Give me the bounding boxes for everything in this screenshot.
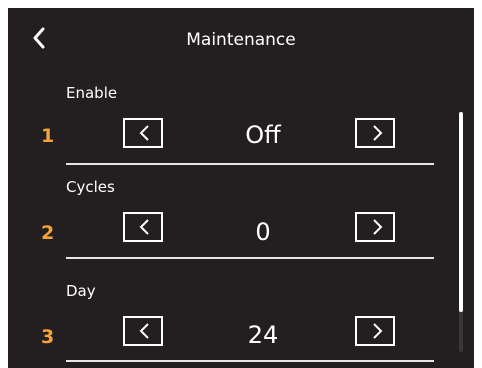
setting-label: Cycles bbox=[66, 178, 115, 196]
scrollbar[interactable] bbox=[459, 112, 463, 352]
chevron-left-icon bbox=[139, 323, 149, 339]
chevron-right-icon bbox=[373, 125, 383, 141]
setting-row-cycles: Cycles 2 0 bbox=[8, 176, 474, 276]
cycles-value: 0 bbox=[255, 218, 271, 246]
chevron-left-icon bbox=[139, 219, 149, 235]
chevron-right-icon bbox=[373, 219, 383, 235]
enable-increment-button[interactable] bbox=[355, 118, 395, 148]
setting-number: 1 bbox=[41, 125, 55, 147]
enable-value: Off bbox=[245, 121, 281, 149]
setting-row-day: Day 3 24 bbox=[8, 276, 474, 368]
day-decrement-button[interactable] bbox=[123, 316, 163, 346]
cycles-decrement-button[interactable] bbox=[123, 212, 163, 242]
page-title: Maintenance bbox=[186, 30, 296, 50]
row-divider bbox=[66, 163, 434, 165]
row-divider bbox=[66, 360, 434, 362]
header: Maintenance bbox=[8, 8, 474, 70]
setting-label: Enable bbox=[66, 84, 118, 102]
setting-label: Day bbox=[66, 282, 96, 300]
chevron-right-icon bbox=[373, 323, 383, 339]
maintenance-screen: Maintenance Enable 1 Off Cycles 2 0 Day … bbox=[8, 8, 474, 368]
day-value: 24 bbox=[247, 321, 279, 349]
cycles-increment-button[interactable] bbox=[355, 212, 395, 242]
chevron-left-icon bbox=[139, 125, 149, 141]
setting-row-enable: Enable 1 Off bbox=[8, 80, 474, 180]
setting-number: 2 bbox=[41, 222, 55, 244]
scrollbar-thumb[interactable] bbox=[459, 112, 463, 312]
enable-decrement-button[interactable] bbox=[123, 118, 163, 148]
day-increment-button[interactable] bbox=[355, 316, 395, 346]
row-divider bbox=[66, 257, 434, 259]
setting-number: 3 bbox=[41, 326, 55, 348]
